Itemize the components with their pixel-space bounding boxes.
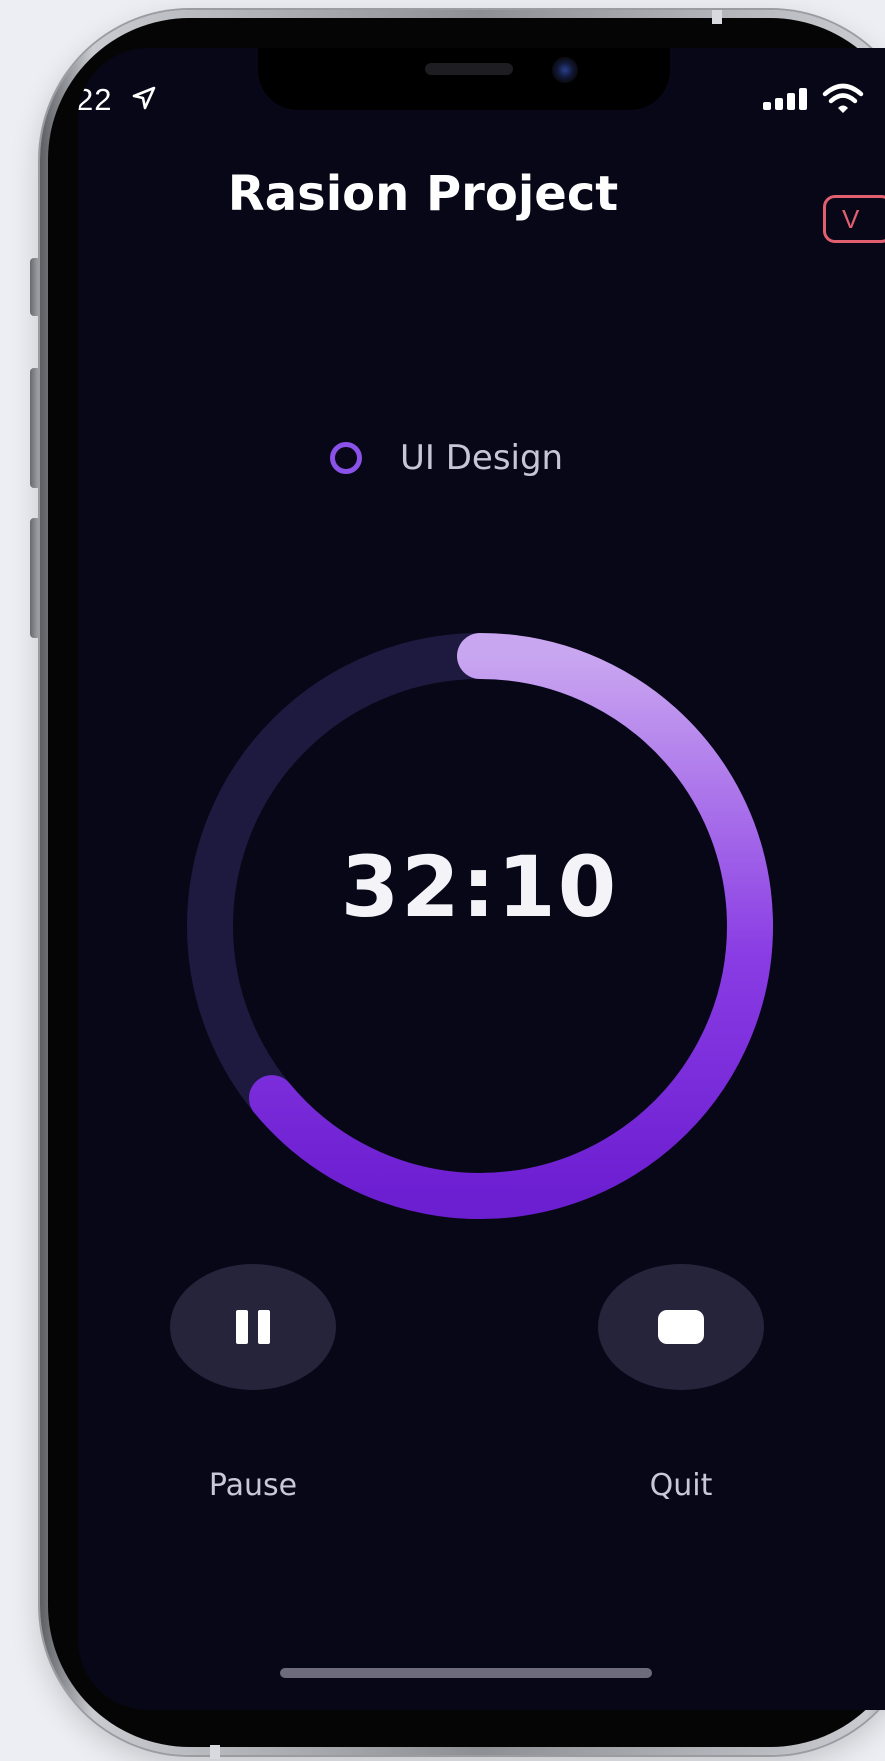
task-selector[interactable]: UI Design bbox=[330, 436, 563, 480]
volume-up-button bbox=[30, 368, 40, 488]
front-camera bbox=[552, 57, 578, 83]
location-arrow-icon bbox=[132, 86, 156, 110]
cellular-signal-icon bbox=[763, 88, 807, 110]
circle-icon bbox=[330, 442, 362, 474]
quit-label: Quit bbox=[649, 1468, 713, 1503]
notch bbox=[258, 48, 670, 110]
pause-icon bbox=[232, 1310, 274, 1344]
stop-icon bbox=[658, 1310, 704, 1344]
volume-down-button bbox=[30, 518, 40, 638]
pause-label: Pause bbox=[208, 1468, 298, 1503]
antenna-band bbox=[712, 10, 722, 24]
phone-screen: 22 Rasion Project V UI Design 32:10 Paus… bbox=[78, 48, 885, 1710]
quit-button[interactable] bbox=[598, 1264, 764, 1390]
header-action-button[interactable]: V bbox=[823, 195, 885, 243]
silent-switch bbox=[30, 258, 40, 316]
home-indicator[interactable] bbox=[280, 1668, 652, 1678]
timer-display: 32:10 bbox=[340, 838, 619, 936]
wifi-icon bbox=[822, 83, 864, 113]
page-title: Rasion Project bbox=[227, 166, 619, 222]
antenna-band bbox=[210, 1745, 220, 1759]
status-time: 22 bbox=[78, 82, 113, 117]
earpiece-speaker bbox=[425, 63, 513, 75]
pause-button[interactable] bbox=[170, 1264, 336, 1390]
task-label: UI Design bbox=[400, 438, 564, 478]
